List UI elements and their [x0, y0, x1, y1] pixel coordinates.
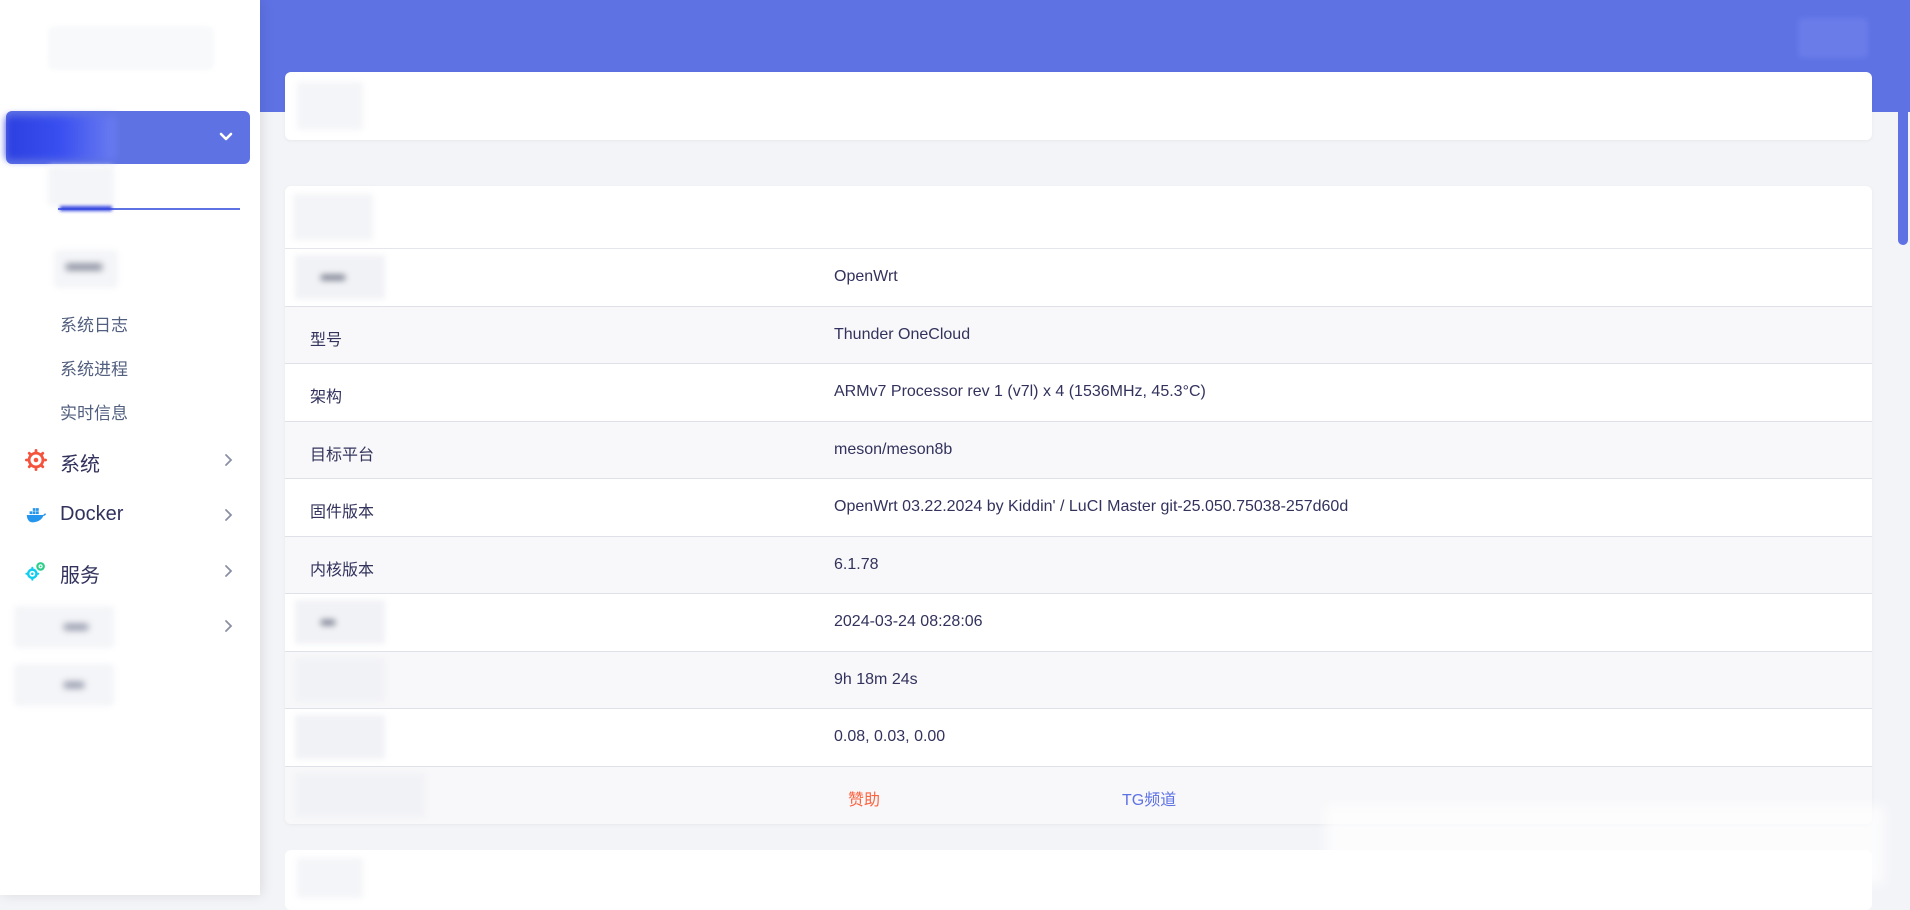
breadcrumb-label [297, 82, 363, 130]
sidebar: 系统日志 系统进程 实时信息 系统 Docker 服务 [0, 0, 260, 895]
sidebar-item-system-label: 系统 [60, 454, 100, 476]
scrollbar[interactable] [1896, 0, 1910, 895]
row-label: 固件版本 [310, 504, 375, 521]
docker-icon [26, 508, 47, 523]
row-value: 0.08, 0.03, 0.00 [834, 728, 946, 745]
logo[interactable] [48, 26, 214, 70]
sponsor-link[interactable]: 赞助 [848, 786, 880, 810]
next-section-title [297, 858, 363, 898]
table-row: 架构 ARMv7 Processor rev 1 (v7l) x 4 (1536… [285, 364, 1872, 422]
sidebar-item-network[interactable] [0, 606, 260, 648]
sidebar-item-logout[interactable] [0, 664, 260, 706]
table-row: 内核版本 6.1.78 [285, 536, 1872, 594]
chevron-down-icon [219, 132, 233, 141]
row-label: 目标平台 [310, 446, 375, 464]
table-row: 目标平台 meson/meson8b [285, 421, 1872, 479]
row-value: 9h 18m 24s [834, 670, 918, 688]
sidebar-item-network-label [14, 606, 114, 648]
row-label-load [295, 715, 385, 759]
row-value: meson/meson8b [834, 440, 953, 458]
table-row: 2024-03-24 08:28:06 [285, 594, 1872, 652]
sidebar-subitem-processes[interactable]: 系统进程 [60, 355, 128, 380]
sidebar-item-status[interactable] [6, 111, 250, 164]
table-row: 0.08, 0.03, 0.00 [285, 709, 1872, 767]
sidebar-item-system[interactable]: 系统 [0, 440, 260, 480]
sidebar-subitem-realtime[interactable]: 实时信息 [60, 399, 128, 424]
gear-icon [25, 449, 47, 471]
blurred-overlay [1325, 805, 1885, 885]
breadcrumb [285, 72, 1872, 140]
row-label: 型号 [310, 331, 343, 349]
row-label: 内核版本 [310, 561, 375, 579]
card-title [285, 186, 1872, 249]
chevron-right-icon [225, 454, 233, 466]
chevron-right-icon [225, 620, 233, 632]
system-info-card: OpenWrt 型号 Thunder OneCloud 架构 ARMv7 Pro… [285, 186, 1872, 824]
row-label: 架构 [310, 389, 343, 406]
row-label-localtime [295, 600, 385, 644]
scrollbar-thumb[interactable] [1898, 0, 1908, 245]
active-indicator-accent [60, 206, 112, 211]
sidebar-item-status-label [6, 115, 116, 160]
chevron-right-icon [225, 565, 233, 577]
sidebar-item-services-label: 服务 [60, 565, 100, 587]
table-row: 型号 Thunder OneCloud [285, 306, 1872, 364]
table-row: OpenWrt [285, 249, 1872, 307]
row-value: ARMv7 Processor rev 1 (v7l) x 4 (1536MHz… [834, 383, 1206, 400]
row-label-hostname [295, 255, 385, 299]
row-value: Thunder OneCloud [834, 325, 971, 343]
services-gears-icon [25, 562, 45, 581]
tg-channel-link[interactable]: TG频道 [1122, 786, 1176, 810]
table-row: 9h 18m 24s [285, 651, 1872, 709]
card-title-label [293, 194, 373, 240]
sidebar-subitem-overview[interactable] [48, 166, 114, 206]
row-value: OpenWrt 03.22.2024 by Kiddin' / LuCI Mas… [834, 498, 1349, 515]
sidebar-subitem-routes[interactable] [54, 250, 118, 288]
sidebar-item-logout-label [14, 664, 114, 706]
sidebar-item-docker[interactable]: Docker [0, 495, 260, 535]
chevron-right-icon [225, 509, 233, 521]
sidebar-item-services[interactable]: 服务 [0, 551, 260, 591]
header-action-button[interactable] [1798, 18, 1868, 58]
row-label-links [295, 772, 425, 817]
row-value: 2024-03-24 08:28:06 [834, 613, 983, 630]
row-value: 6.1.78 [834, 555, 879, 573]
table-row: 固件版本 OpenWrt 03.22.2024 by Kiddin' / LuC… [285, 479, 1872, 537]
sidebar-item-docker-label: Docker [60, 503, 124, 525]
sidebar-subitem-syslog[interactable]: 系统日志 [60, 311, 128, 336]
row-value: OpenWrt [834, 268, 898, 285]
row-label-uptime [295, 657, 385, 702]
